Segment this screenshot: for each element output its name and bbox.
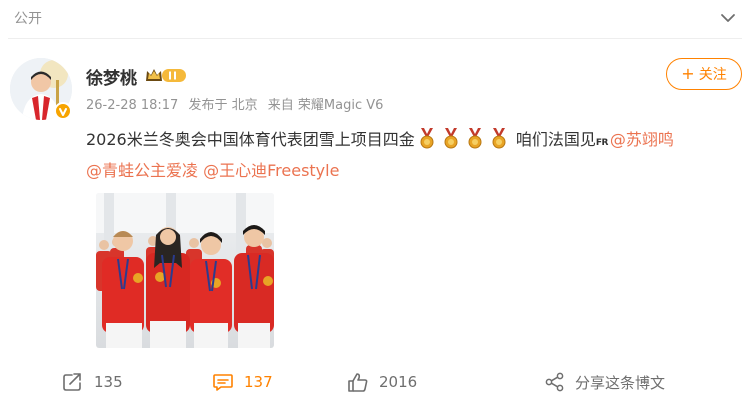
gold-medal-icon: [444, 128, 458, 149]
vip-crown-icon[interactable]: [144, 66, 188, 84]
follow-button[interactable]: + 关注: [666, 58, 742, 90]
share-post-button[interactable]: 分享这条博文: [545, 365, 665, 399]
post-text: 2026米兰冬奥会中国体育代表团雪上项目四金 咱们法国见FR @苏翊鸣 @青蛙公主…: [86, 126, 746, 185]
post-text-suffix: 咱们法国见: [515, 130, 596, 149]
repost-icon: [63, 373, 81, 391]
post-timestamp[interactable]: 26-2-28 18:17: [86, 98, 178, 113]
share-icon: [545, 372, 564, 392]
gold-medal-icon: [492, 128, 506, 149]
flag-fr-label: FR: [595, 138, 609, 148]
verified-badge-icon: [54, 102, 72, 120]
comment-icon: [213, 374, 233, 391]
comment-count: 137: [244, 373, 273, 391]
like-icon: [348, 373, 368, 392]
repost-button[interactable]: 135: [62, 365, 123, 399]
mention-su-yiming[interactable]: @苏翊鸣: [610, 130, 674, 149]
visibility-label: 公开: [14, 11, 42, 27]
gold-medal-icon: [468, 128, 482, 149]
like-count: 2016: [379, 373, 418, 391]
mention-wang-xindi-freestyle[interactable]: @王心迪Freestyle: [203, 161, 339, 180]
action-bar: 135 137 2016 分享这条博文: [0, 365, 750, 399]
share-post-label: 分享这条博文: [575, 373, 666, 392]
repost-count: 135: [94, 373, 123, 391]
chevron-down-icon: [721, 14, 735, 22]
mention-qingwa-gongzhu-ailing[interactable]: @青蛙公主爱凌: [86, 161, 198, 180]
post-source: 来自 荣耀Magic V6: [267, 98, 384, 113]
post-location: 发布于 北京: [188, 98, 258, 113]
collapse-chevron-button[interactable]: [718, 8, 738, 28]
comment-button[interactable]: 137: [212, 365, 273, 399]
plus-icon: +: [681, 64, 695, 83]
post-meta: 26-2-28 18:17 发布于 北京 来自 荣耀Magic V6: [86, 94, 389, 113]
follow-label: 关注: [698, 67, 727, 83]
header-divider: [8, 38, 742, 39]
like-button[interactable]: 2016: [347, 365, 417, 399]
post-text-main: 2026米兰冬奥会中国体育代表团雪上项目四金: [86, 130, 415, 149]
gold-medal-icon: [420, 128, 434, 149]
author-name[interactable]: 徐梦桃: [86, 64, 137, 89]
post-photo[interactable]: [96, 193, 274, 348]
post-header-bar: 公开: [0, 0, 750, 36]
